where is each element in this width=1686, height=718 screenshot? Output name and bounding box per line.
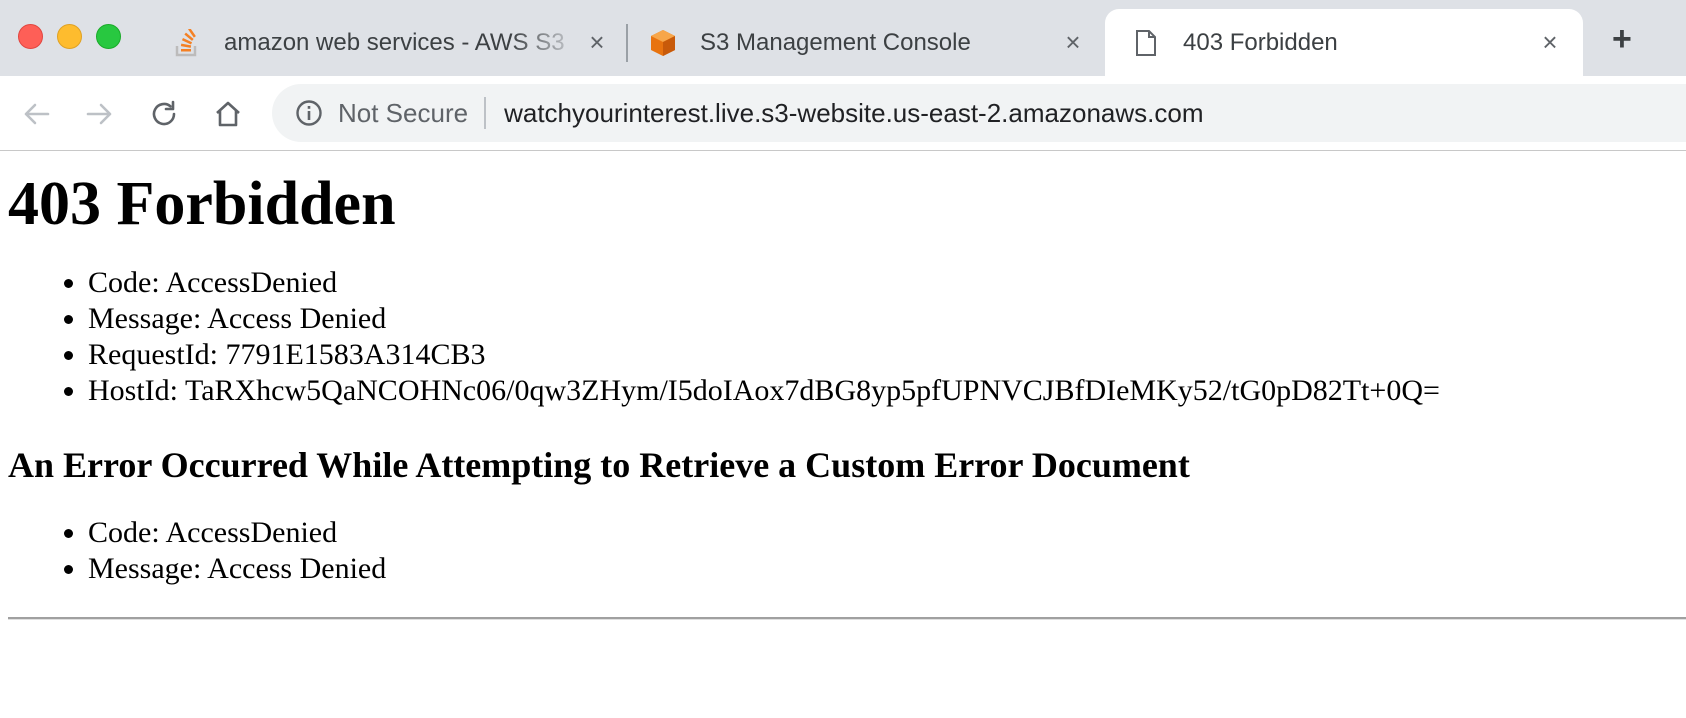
tab-divider [626, 24, 628, 62]
list-item: Code: AccessDenied [88, 265, 1686, 301]
home-button[interactable] [208, 94, 248, 134]
close-window-button[interactable] [18, 24, 43, 49]
page-title: 403 Forbidden [8, 170, 396, 238]
browser-toolbar: Not Secure watchyourinterest.live.s3-web… [0, 76, 1686, 151]
tab-title: S3 Management Console [700, 28, 971, 56]
window-controls [18, 24, 121, 49]
minimize-window-button[interactable] [57, 24, 82, 49]
tab-title: amazon web services - AWS S3 [224, 28, 565, 56]
page-content: 403 Forbidden Code: AccessDenied Message… [0, 165, 1686, 620]
tab-s3-console[interactable]: S3 Management Console × [648, 9, 1088, 76]
back-button[interactable] [16, 94, 56, 134]
document-icon [1131, 28, 1161, 58]
list-item: Message: Access Denied [88, 551, 1686, 587]
arrow-left-icon [24, 103, 50, 125]
new-tab-button[interactable]: + [1612, 22, 1632, 56]
list-item: HostId: TaRXhcw5QaNCOHNc06/0qw3ZHym/I5do… [88, 373, 1686, 409]
list-item: Code: AccessDenied [88, 515, 1686, 551]
tab-stackoverflow[interactable]: amazon web services - AWS S3 × [172, 9, 612, 76]
url-text[interactable]: watchyourinterest.live.s3-website.us-eas… [504, 98, 1203, 129]
error-details-list: Code: AccessDenied Message: Access Denie… [8, 265, 1686, 409]
tab-title: 403 Forbidden [1183, 28, 1338, 56]
list-item: Message: Access Denied [88, 301, 1686, 337]
arrow-right-icon [86, 103, 112, 125]
aws-s3-icon [648, 28, 678, 58]
zoom-window-button[interactable] [96, 24, 121, 49]
info-icon[interactable] [294, 98, 324, 128]
tab-strip: amazon web services - AWS S3 × S3 Manage… [0, 0, 1686, 76]
stackoverflow-icon [172, 28, 202, 58]
forward-button[interactable] [80, 94, 120, 134]
close-tab-icon[interactable]: × [1535, 27, 1565, 58]
custom-error-details-list: Code: AccessDenied Message: Access Denie… [8, 515, 1686, 587]
security-status[interactable]: Not Secure [338, 98, 468, 129]
reload-button[interactable] [144, 94, 184, 134]
omnibox-divider [484, 97, 487, 129]
home-icon [216, 101, 240, 127]
list-item: RequestId: 7791E1583A314CB3 [88, 337, 1686, 373]
address-bar[interactable]: Not Secure watchyourinterest.live.s3-web… [272, 84, 1686, 142]
horizontal-rule [8, 617, 1686, 620]
tab-403-forbidden[interactable]: 403 Forbidden × [1105, 9, 1583, 76]
section-heading: An Error Occurred While Attempting to Re… [8, 445, 1190, 485]
close-tab-icon[interactable]: × [1058, 27, 1088, 58]
reload-icon [152, 100, 176, 126]
close-tab-icon[interactable]: × [582, 27, 612, 58]
